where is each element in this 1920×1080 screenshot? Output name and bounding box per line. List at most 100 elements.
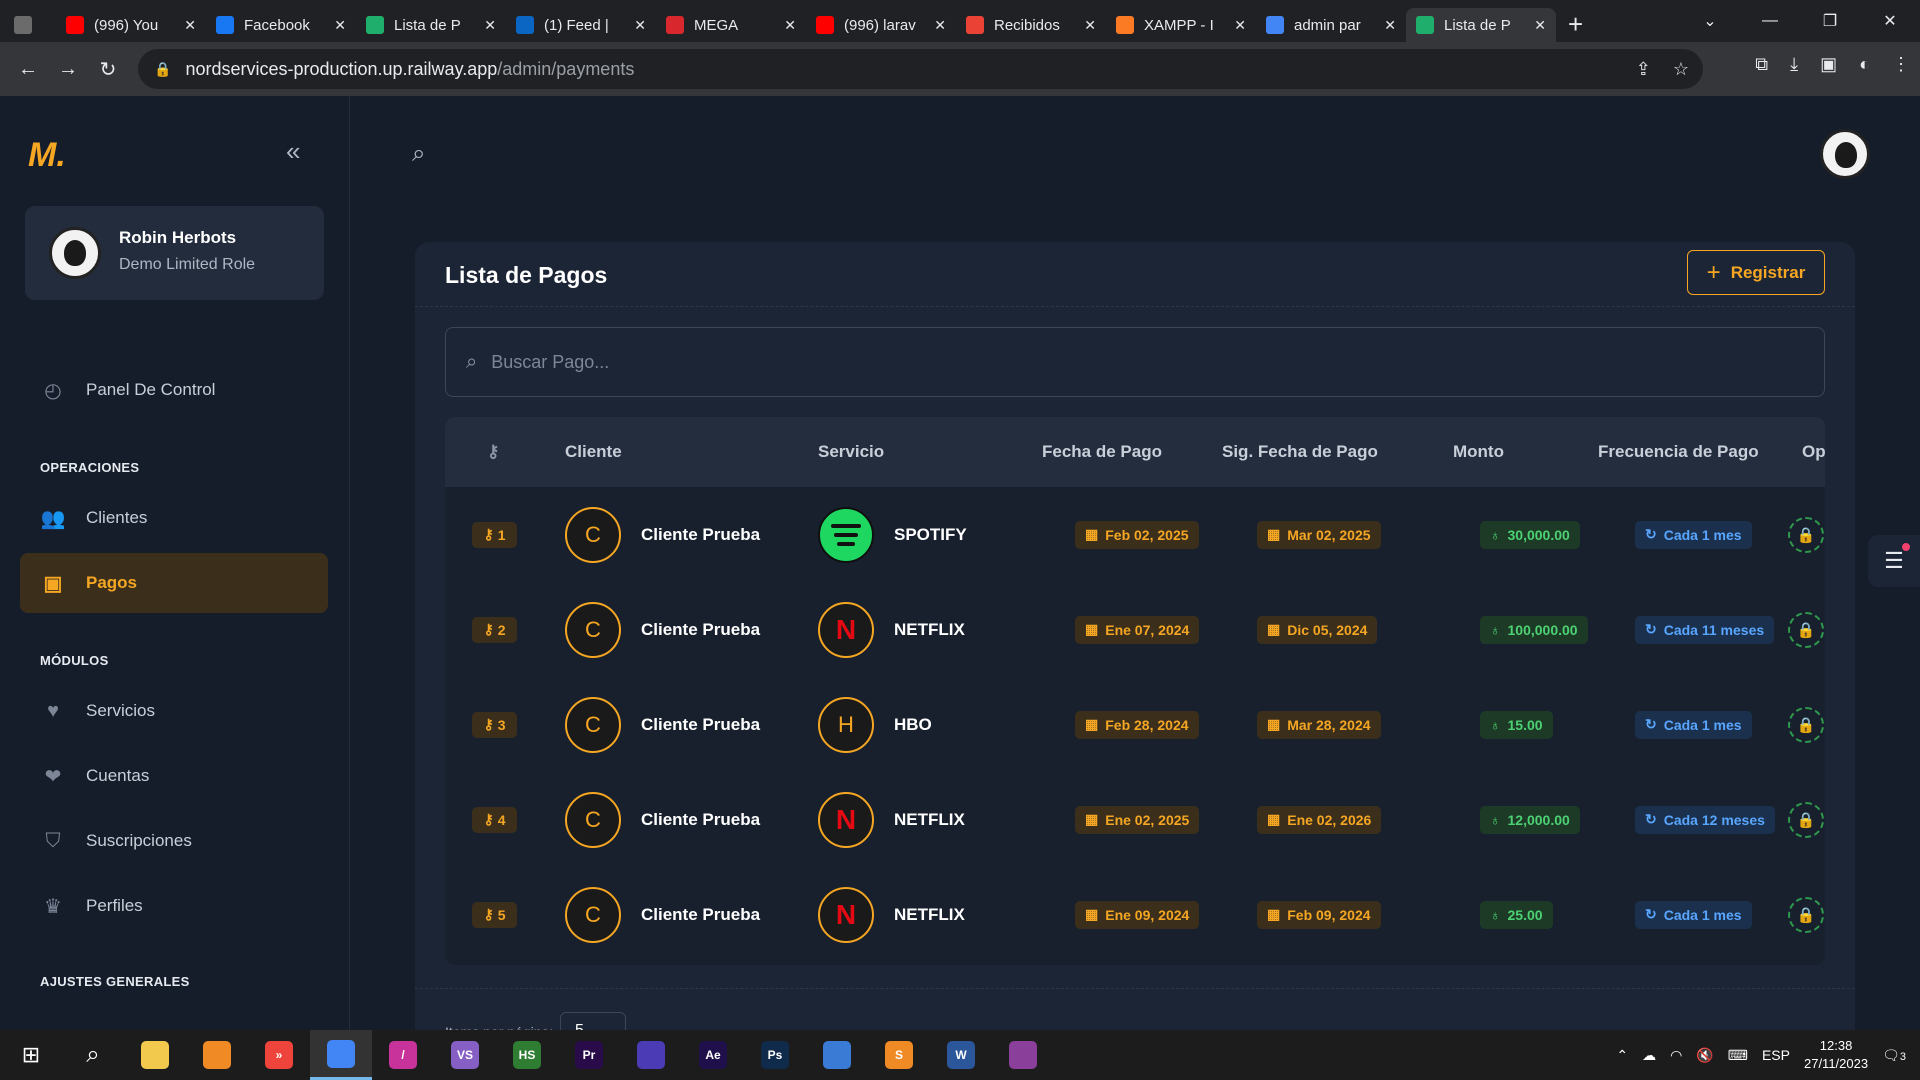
word-icon[interactable]: W: [930, 1030, 992, 1080]
menu-kebab-icon[interactable]: ⋮: [1892, 54, 1910, 75]
table-row[interactable]: ⚷ 2 C Cliente Prueba N NETFLIX ▦ Ene 07, 2024 ▦ D…: [445, 582, 1825, 677]
close-tab-icon[interactable]: ✕: [1384, 17, 1396, 34]
table-row[interactable]: ⚷ 3 C Cliente Prueba H HBO ▦ Feb 28, 2024 ▦ Mar 2…: [445, 677, 1825, 772]
user-card[interactable]: Robin Herbots Demo Limited Role: [25, 206, 324, 300]
sidebar-item-payments[interactable]: ▣ Pagos: [20, 553, 328, 613]
close-tab-icon[interactable]: ✕: [934, 17, 946, 34]
table-row[interactable]: ⚷ 1 C Cliente Prueba SPOTIFY ▦ Feb 02, 2025 ▦ Ma…: [445, 487, 1825, 582]
sidebar-item-profiles[interactable]: ♛ Perfiles: [20, 876, 328, 936]
browser-tab[interactable]: (996) larav ✕: [806, 8, 956, 42]
cloud-icon[interactable]: ☁: [1642, 1047, 1656, 1064]
clock[interactable]: 12:38 27/11/2023: [1804, 1037, 1868, 1073]
tab-search-icon[interactable]: ⌄: [1680, 11, 1740, 31]
browser-tab[interactable]: XAMPP - I ✕: [1106, 8, 1256, 42]
close-window-button[interactable]: ✕: [1860, 11, 1920, 31]
browser-tab[interactable]: MEGA ✕: [656, 8, 806, 42]
share-icon[interactable]: ⇪: [1636, 59, 1651, 80]
sidebar-item-subscriptions[interactable]: ⛉ Suscripciones: [20, 811, 328, 871]
lock-icon[interactable]: 🔒: [1788, 801, 1824, 838]
browser-tab[interactable]: (996) You ✕: [56, 8, 206, 42]
col-next-date[interactable]: Sig. Fecha de Pago: [1222, 417, 1378, 487]
sidebar-item-clients[interactable]: 👥 Clientes: [20, 488, 328, 548]
avatar[interactable]: [1820, 129, 1870, 179]
browser-tab[interactable]: [0, 8, 56, 42]
close-tab-icon[interactable]: ✕: [334, 17, 346, 34]
photoshop-icon[interactable]: Ps: [744, 1030, 806, 1080]
browser-tab[interactable]: Lista de P ✕: [356, 8, 506, 42]
visual-studio-icon[interactable]: VS: [434, 1030, 496, 1080]
minimize-button[interactable]: —: [1740, 12, 1800, 30]
notification-icon[interactable]: 🗨3: [1882, 1047, 1906, 1064]
table-row[interactable]: ⚷ 4 C Cliente Prueba N NETFLIX ▦ Ene 02, 2025 ▦ E…: [445, 772, 1825, 867]
lock-icon[interactable]: 🔒: [1788, 706, 1824, 743]
reload-button[interactable]: ↻: [88, 57, 128, 82]
close-tab-icon[interactable]: ✕: [1084, 17, 1096, 34]
after-effects-icon[interactable]: Ae: [682, 1030, 744, 1080]
col-amount[interactable]: Monto: [1453, 417, 1504, 487]
wifi-icon[interactable]: ◠: [1670, 1047, 1682, 1064]
browser-tab[interactable]: Lista de P ✕: [1406, 8, 1556, 42]
file-explorer-icon[interactable]: [124, 1030, 186, 1080]
close-tab-icon[interactable]: ✕: [1534, 17, 1546, 34]
register-button[interactable]: + Registrar: [1687, 250, 1825, 295]
table-row[interactable]: ⚷ 5 C Cliente Prueba N NETFLIX ▦ Ene 09, 2024 ▦ F…: [445, 867, 1825, 962]
anydesk-icon[interactable]: »: [248, 1030, 310, 1080]
url-field[interactable]: 🔒 nordservices-production.up.railway.app…: [138, 49, 1703, 89]
pay-date-badge: ▦ Feb 02, 2025: [1075, 520, 1199, 549]
windows-start-icon[interactable]: ⊞: [0, 1030, 62, 1080]
browser-tab[interactable]: admin par ✕: [1256, 8, 1406, 42]
browser-tab[interactable]: Facebook ✕: [206, 8, 356, 42]
profile-icon[interactable]: ◐: [1859, 54, 1870, 75]
sublime-icon[interactable]: S: [868, 1030, 930, 1080]
extensions-icon[interactable]: ⧉: [1755, 54, 1768, 75]
search-input[interactable]: [491, 351, 1792, 373]
close-tab-icon[interactable]: ✕: [184, 17, 196, 34]
new-tab-button[interactable]: +: [1568, 9, 1583, 40]
search-icon[interactable]: ⌕: [62, 1030, 124, 1080]
browser-tab[interactable]: (1) Feed | ✕: [506, 8, 656, 42]
sidebar-item-dashboard[interactable]: ◴ Panel De Control: [20, 360, 328, 420]
vlc-icon[interactable]: [186, 1030, 248, 1080]
col-client[interactable]: Cliente: [565, 417, 622, 487]
close-tab-icon[interactable]: ✕: [484, 17, 496, 34]
repeat-icon: ↻: [1645, 621, 1657, 637]
chevron-up-icon[interactable]: ⌃: [1616, 1047, 1628, 1064]
hs-icon[interactable]: HS: [496, 1030, 558, 1080]
app-logo[interactable]: M.: [28, 136, 66, 175]
close-tab-icon[interactable]: ✕: [1234, 17, 1246, 34]
bookmark-star-icon[interactable]: ☆: [1673, 59, 1689, 80]
chrome-icon[interactable]: [310, 1030, 372, 1080]
eclipse-icon[interactable]: [620, 1030, 682, 1080]
col-frequency[interactable]: Frecuencia de Pago: [1598, 417, 1759, 487]
frequency-badge: ↻ Cada 11 meses: [1635, 615, 1775, 644]
premiere-icon[interactable]: Pr: [558, 1030, 620, 1080]
lock-icon[interactable]: 🔒: [1788, 611, 1824, 648]
taskbar: ⊞ ⌕ » / VS HS Pr Ae Ps S W ⌃ ☁ ◠ 🔇 ⌨ ESP 12:38 2…: [0, 1030, 1920, 1080]
forward-button[interactable]: →: [48, 58, 88, 81]
col-operations[interactable]: Ope: [1802, 417, 1825, 487]
col-pay-date[interactable]: Fecha de Pago: [1042, 417, 1162, 487]
language-indicator[interactable]: ESP: [1762, 1047, 1790, 1063]
key-column-icon[interactable]: ⚷: [487, 417, 499, 487]
mute-icon[interactable]: 🔇: [1696, 1047, 1713, 1064]
winrar-icon[interactable]: [992, 1030, 1054, 1080]
settings-sliders-icon[interactable]: ☰: [1868, 535, 1920, 587]
lock-icon[interactable]: 🔒: [1788, 896, 1824, 933]
maximize-button[interactable]: ❐: [1800, 11, 1860, 31]
close-tab-icon[interactable]: ✕: [634, 17, 646, 34]
sidebar-item-services[interactable]: ♥ Servicios: [20, 681, 328, 741]
browser-tab[interactable]: Recibidos ✕: [956, 8, 1106, 42]
search-icon[interactable]: ⌕: [412, 140, 425, 168]
store-icon[interactable]: [806, 1030, 868, 1080]
collapse-sidebar-icon[interactable]: «: [286, 136, 300, 167]
close-tab-icon[interactable]: ✕: [784, 17, 796, 34]
col-service[interactable]: Servicio: [818, 417, 884, 487]
download-icon[interactable]: ⤓: [1790, 54, 1798, 75]
row-id: 1: [497, 526, 506, 543]
lock-icon[interactable]: 🔒: [1788, 516, 1824, 553]
pen-icon[interactable]: /: [372, 1030, 434, 1080]
keyboard-icon[interactable]: ⌨: [1728, 1047, 1748, 1064]
back-button[interactable]: ←: [8, 58, 48, 81]
sidebar-item-accounts[interactable]: ❤ Cuentas: [20, 746, 328, 806]
side-panel-icon[interactable]: ▣: [1820, 54, 1837, 75]
